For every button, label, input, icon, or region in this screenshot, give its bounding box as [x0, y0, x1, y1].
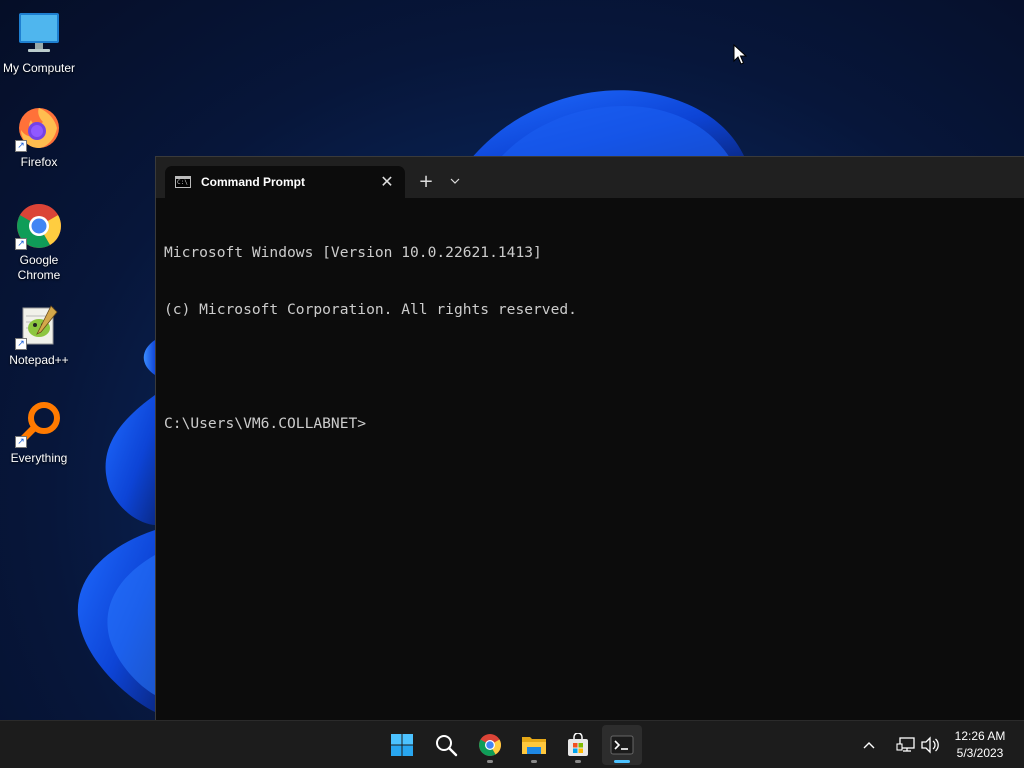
taskbar-chrome-button[interactable] — [470, 725, 510, 765]
taskbar-terminal-button[interactable] — [602, 725, 642, 765]
terminal-output[interactable]: Microsoft Windows [Version 10.0.22621.14… — [164, 205, 1014, 720]
chevron-down-icon — [450, 178, 460, 184]
search-button[interactable] — [426, 725, 466, 765]
running-indicator — [487, 760, 493, 763]
clock-date: 5/3/2023 — [956, 746, 1004, 760]
terminal-window[interactable]: C:\ Command Prompt ✕ + Microsoft Windows… — [155, 156, 1024, 720]
chevron-up-icon — [863, 742, 875, 749]
desktop-icon-everything[interactable]: ↗ Everything — [0, 400, 78, 466]
volume-button[interactable] — [920, 721, 940, 768]
network-button[interactable] — [896, 721, 916, 768]
terminal-prompt-line: C:\Users\VM6.COLLABNET> — [164, 415, 367, 432]
desktop-icon-google-chrome[interactable]: ↗ Google Chrome — [0, 202, 78, 283]
running-indicator — [575, 760, 581, 763]
show-hidden-icons-button[interactable] — [862, 721, 876, 768]
active-indicator — [614, 760, 630, 763]
terminal-titlebar[interactable]: C:\ Command Prompt ✕ + — [156, 157, 1024, 198]
chrome-icon — [479, 734, 501, 756]
command-prompt-icon: C:\ — [175, 176, 191, 188]
taskbar: 12:26 AM 5/3/2023 — [0, 720, 1024, 768]
volume-icon — [921, 736, 939, 754]
desktop-icon-my-computer[interactable]: My Computer — [0, 10, 78, 76]
chrome-icon: ↗ — [15, 202, 63, 250]
start-button[interactable] — [382, 725, 422, 765]
monitor-icon — [15, 10, 63, 58]
desktop-icon-firefox[interactable]: ↗ Firefox — [0, 104, 78, 170]
terminal-icon — [610, 735, 634, 755]
folder-icon — [522, 737, 546, 754]
new-tab-button[interactable]: + — [414, 169, 438, 193]
running-indicator — [531, 760, 537, 763]
notepadpp-icon: ↗ — [15, 302, 63, 350]
terminal-line: (c) Microsoft Corporation. All rights re… — [164, 301, 577, 318]
desktop-icon-label: Firefox — [20, 155, 58, 169]
desktop-icon-label: Google Chrome — [17, 253, 61, 282]
taskbar-store-button[interactable] — [558, 725, 598, 765]
desktop-icon-label: Notepad++ — [9, 353, 69, 367]
desktop-icon-label: My Computer — [2, 61, 76, 75]
taskbar-file-explorer-button[interactable] — [514, 725, 554, 765]
clock-time: 12:26 AM — [954, 729, 1006, 743]
desktop-icon-notepadpp[interactable]: ↗ Notepad++ — [0, 302, 78, 368]
desktop-icon-label: Everything — [10, 451, 68, 465]
store-icon — [568, 733, 588, 756]
terminal-line: Microsoft Windows [Version 10.0.22621.14… — [164, 244, 542, 261]
network-icon — [896, 737, 915, 752]
mouse-cursor-icon — [733, 44, 747, 65]
windows-start-icon — [391, 734, 413, 756]
close-tab-button[interactable]: ✕ — [373, 168, 401, 196]
tab-title: Command Prompt — [201, 175, 306, 189]
everything-icon: ↗ — [15, 400, 63, 448]
tab-dropdown-button[interactable] — [444, 169, 466, 193]
firefox-icon: ↗ — [15, 104, 63, 152]
search-icon — [436, 735, 458, 757]
clock-button[interactable]: 12:26 AM 5/3/2023 — [944, 728, 1016, 762]
tab-command-prompt[interactable]: C:\ Command Prompt ✕ — [165, 166, 405, 198]
